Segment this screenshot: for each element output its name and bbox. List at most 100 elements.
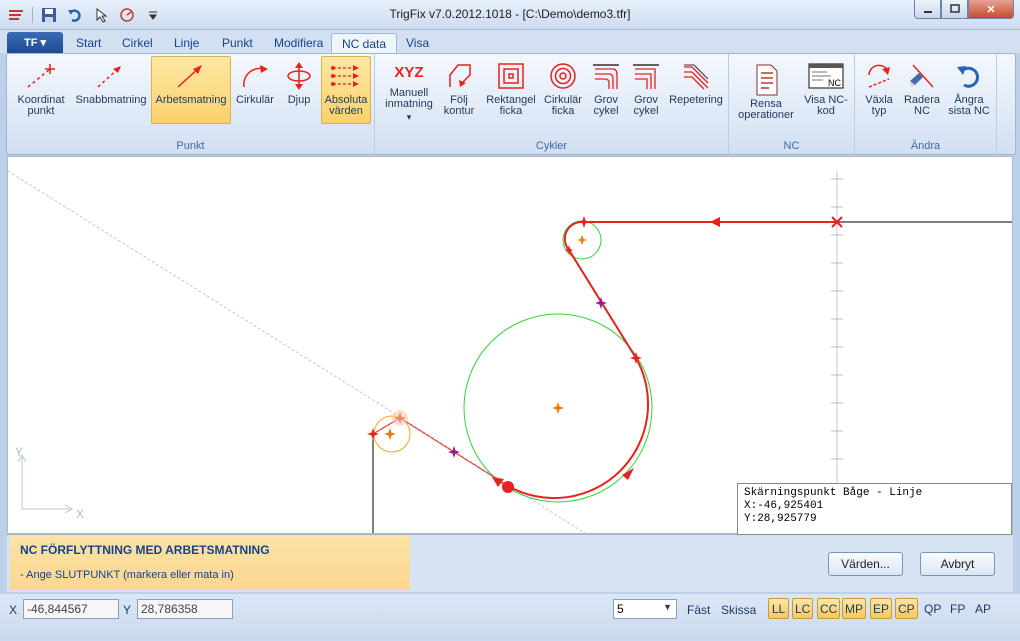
center-markers xyxy=(384,235,588,440)
minimize-button[interactable] xyxy=(914,0,941,19)
title-bar: TrigFix v7.0.2012.1018 - [C:\Demo\demo3.… xyxy=(0,0,1020,30)
info-title: Skärningspunkt Båge - Linje xyxy=(744,487,923,499)
minimize-icon xyxy=(923,11,932,13)
close-icon: ✕ xyxy=(986,3,996,16)
snap-cp[interactable]: CP xyxy=(895,598,918,619)
depth-icon xyxy=(287,62,311,90)
prompt-instruction: - Ange SLUTPUNKT (markera eller mata in) xyxy=(20,569,234,581)
delete-nc-icon xyxy=(910,64,934,88)
snap-ll[interactable]: LL xyxy=(768,598,789,619)
undo-last-nc-icon xyxy=(957,66,980,88)
tab-visa[interactable]: Visa xyxy=(396,33,439,53)
tab-nc-data[interactable]: NC data xyxy=(331,33,398,53)
rapid-feed-button[interactable]: Snabbmatning xyxy=(73,56,149,124)
rect-pocket-label: Rektangel ficka xyxy=(486,94,536,117)
info-y-value: Y:28,925779 xyxy=(744,513,817,525)
tab-cirkel[interactable]: Cirkel xyxy=(112,33,163,53)
group-punkt: Koordinat punkt Snabbmatning Arbetsmatni… xyxy=(7,54,375,154)
delete-nc-button[interactable]: Radera NC xyxy=(901,56,943,124)
snap-ap[interactable]: AP xyxy=(972,598,994,619)
status-bar: X -46,844567 Y 28,786358 5 ▼ Fäst Skissa… xyxy=(0,594,1020,641)
values-button[interactable]: Värden... xyxy=(828,552,903,576)
delete-nc-label: Radera NC xyxy=(903,94,941,117)
circular-pocket-button[interactable]: Cirkulär ficka xyxy=(541,56,585,124)
app-menu-button[interactable]: TF ▾ xyxy=(7,32,63,53)
window-title: TrigFix v7.0.2012.1018 - [C:\Demo\demo3.… xyxy=(389,7,631,21)
group-cykler-label: Cykler xyxy=(535,140,568,152)
midpoint-markers xyxy=(448,297,607,458)
circular-label: Cirkulär xyxy=(236,94,274,106)
rect-pocket-button[interactable]: Rektangel ficka xyxy=(483,56,539,124)
x-coord-field[interactable]: -46,844567 xyxy=(23,599,119,619)
work-feed-button[interactable]: Arbetsmatning xyxy=(151,56,231,124)
group-andra: Växla typ Radera NC Ångra sista NC Ändra xyxy=(855,54,997,154)
coordinate-point-button[interactable]: Koordinat punkt xyxy=(13,56,69,124)
group-punkt-label: Punkt xyxy=(176,140,205,152)
arrow-marker xyxy=(710,217,720,227)
rough-cycle-2-label: Grov cykel xyxy=(633,94,659,117)
snap-toggle[interactable]: Fäst xyxy=(687,603,710,617)
snap-lc[interactable]: LC xyxy=(792,598,814,619)
axis-indicator xyxy=(17,453,74,514)
manual-input-button[interactable]: XYZ Manuell inmatning ▾ xyxy=(381,56,437,124)
drawing-svg[interactable]: Y X xyxy=(8,157,1013,534)
clear-operations-button[interactable]: Rensa operationer xyxy=(735,60,797,128)
absolute-values-icon xyxy=(331,65,359,87)
group-cykler: XYZ Manuell inmatning ▾ Följ kontur Rekt… xyxy=(375,54,729,154)
y-coord-field[interactable]: 28,786358 xyxy=(137,599,233,619)
cancel-button[interactable]: Avbryt xyxy=(920,552,995,576)
circular-button[interactable]: Cirkulär xyxy=(233,56,277,124)
x-coord-label: X xyxy=(9,603,18,617)
grid-size-value: 5 xyxy=(617,602,624,616)
rough-cycle-button[interactable]: Grov cykel xyxy=(587,56,625,124)
rough-cycle-icon xyxy=(593,64,619,89)
maximize-icon xyxy=(949,4,960,13)
axis-y-label: Y xyxy=(15,445,23,459)
undo-last-nc-button[interactable]: Ångra sista NC xyxy=(945,56,993,124)
depth-button[interactable]: Djup xyxy=(279,56,319,124)
repeat-button[interactable]: Repetering xyxy=(667,56,725,124)
coordinate-point-icon xyxy=(27,64,55,88)
toggle-type-button[interactable]: Växla typ xyxy=(861,56,897,124)
tab-punkt[interactable]: Punkt xyxy=(212,33,263,53)
grid-size-select[interactable]: 5 ▼ xyxy=(613,599,677,619)
absolute-values-label: Absoluta värden xyxy=(324,94,368,117)
rect-pocket-icon xyxy=(498,63,524,89)
xyz-icon: XYZ xyxy=(394,64,424,81)
tab-modifiera[interactable]: Modifiera xyxy=(264,33,333,53)
tab-linje[interactable]: Linje xyxy=(164,33,209,53)
arrow-marker xyxy=(622,468,634,480)
snap-qp[interactable]: QP xyxy=(921,598,944,619)
rapid-feed-label: Snabbmatning xyxy=(75,94,147,106)
rough-cycle-2-button[interactable]: Grov cykel xyxy=(627,56,665,124)
toolpath-small-arc xyxy=(563,220,585,251)
circular-pocket-label: Cirkulär ficka xyxy=(544,94,582,117)
clear-operations-icon xyxy=(756,64,778,96)
chevron-down-icon: ▼ xyxy=(663,602,672,612)
follow-contour-button[interactable]: Följ kontur xyxy=(439,56,479,124)
close-button[interactable]: ✕ xyxy=(968,0,1014,19)
work-feed-label: Arbetsmatning xyxy=(155,94,227,106)
snap-mp[interactable]: MP xyxy=(842,598,866,619)
snap-cc[interactable]: CC xyxy=(817,598,841,619)
tab-start[interactable]: Start xyxy=(66,33,111,53)
absolute-values-button[interactable]: Absoluta värden xyxy=(321,56,371,124)
window-controls: ✕ xyxy=(914,0,1014,19)
manual-input-dropdown-icon: ▾ xyxy=(406,112,412,122)
repeat-label: Repetering xyxy=(669,94,723,106)
show-nc-code-button[interactable]: NC Visa NC- kod xyxy=(801,56,851,124)
ribbon-panel: Koordinat punkt Snabbmatning Arbetsmatni… xyxy=(6,53,1016,155)
manual-input-label: Manuell inmatning xyxy=(385,87,433,110)
rapid-feed-icon xyxy=(97,66,121,88)
maximize-button[interactable] xyxy=(941,0,968,19)
y-coord-label: Y xyxy=(123,603,132,617)
snap-fp[interactable]: FP xyxy=(947,598,968,619)
info-x-value: X:-46,925401 xyxy=(744,500,824,512)
repeat-icon xyxy=(684,64,709,90)
snap-ep[interactable]: EP xyxy=(870,598,893,619)
drawing-canvas[interactable]: Y X xyxy=(7,156,1013,534)
follow-contour-label: Följ kontur xyxy=(443,94,475,117)
clear-operations-label: Rensa operationer xyxy=(738,98,794,121)
sketch-toggle[interactable]: Skissa xyxy=(721,603,756,617)
rough-cycle-2-icon xyxy=(633,64,659,89)
